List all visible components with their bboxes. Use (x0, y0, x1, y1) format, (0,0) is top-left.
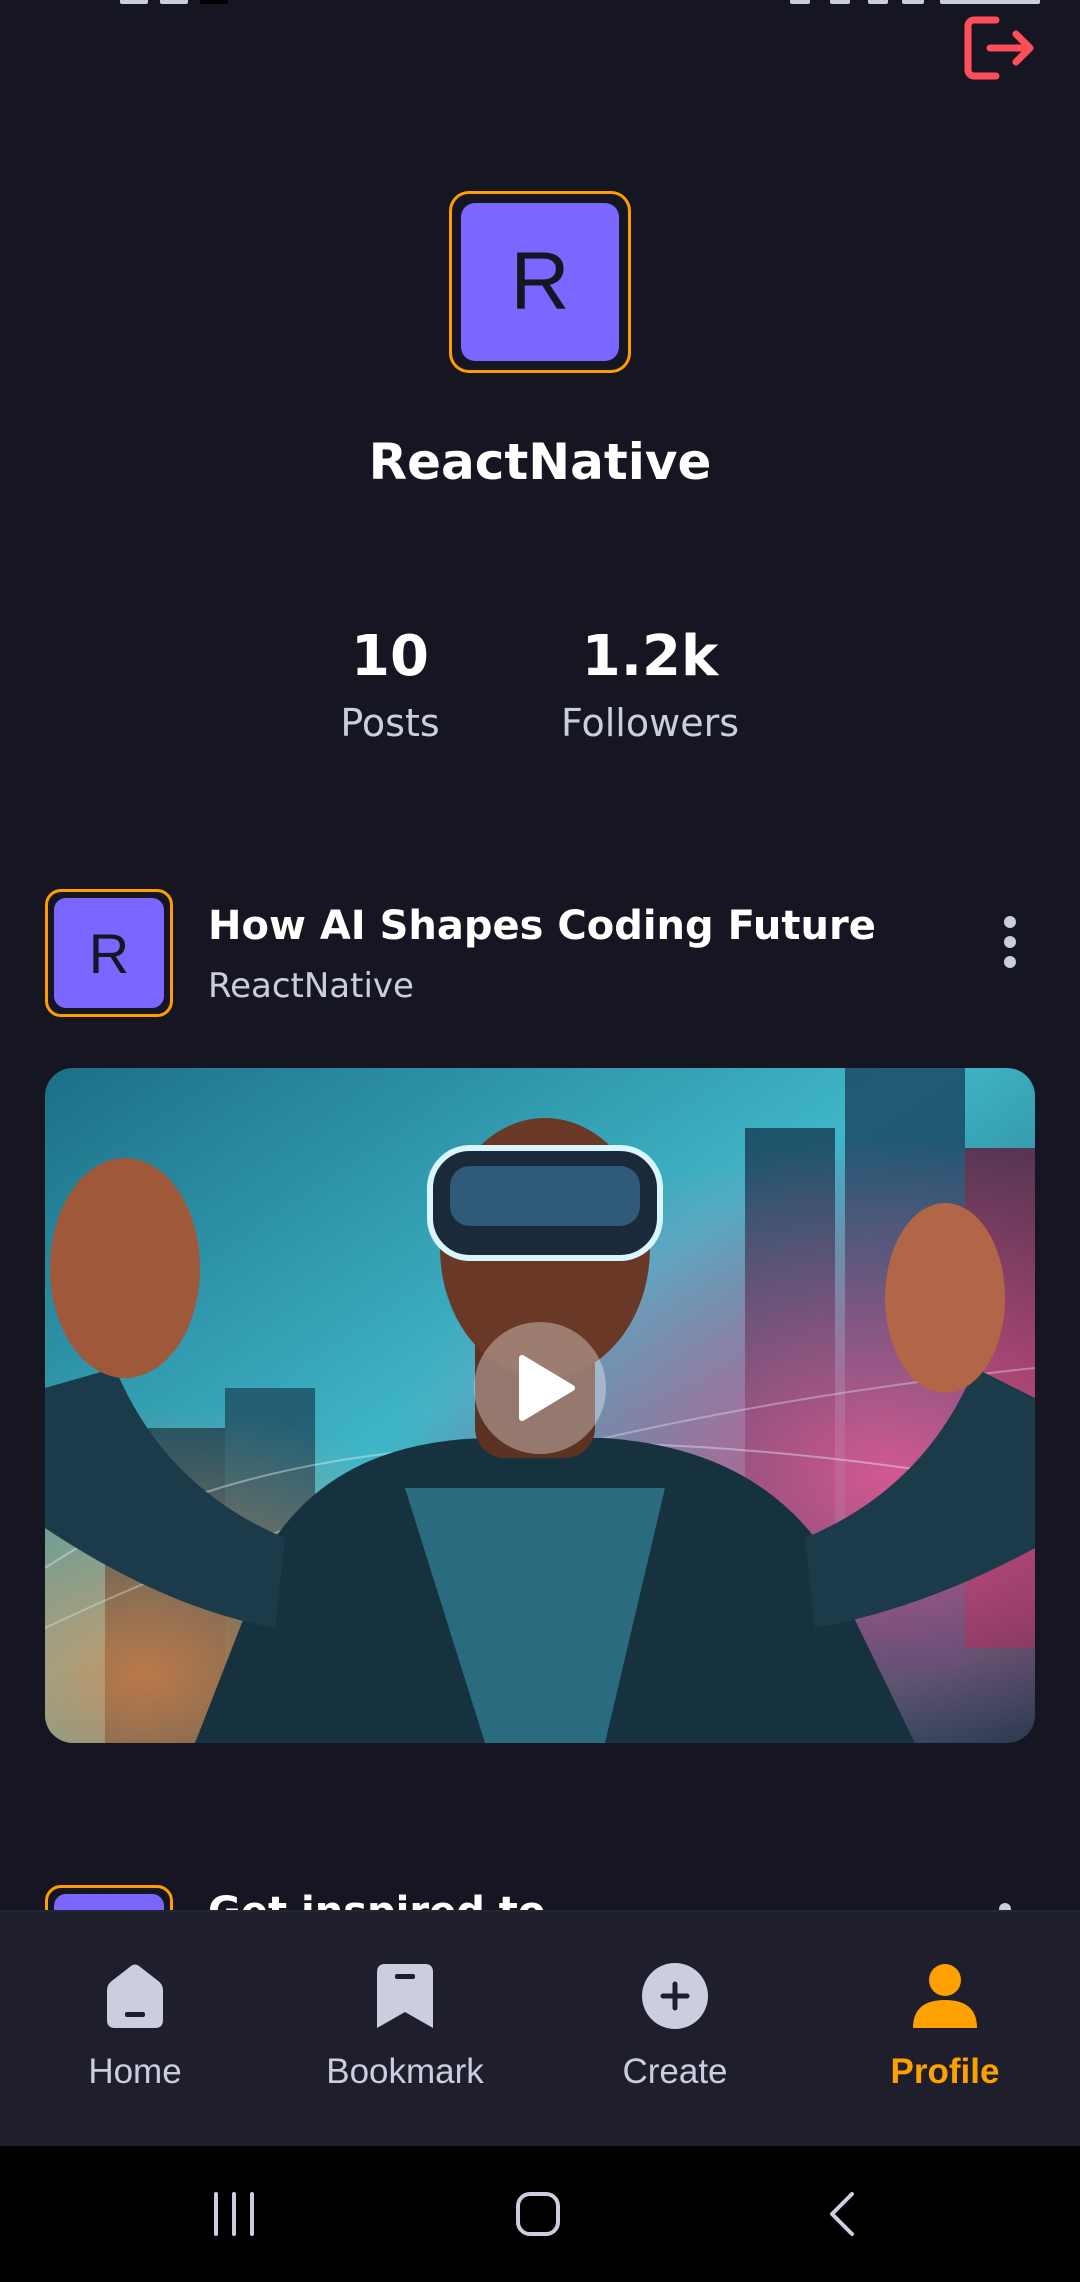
tab-create-label: Create (622, 2052, 728, 2091)
more-vertical-icon (1004, 916, 1016, 968)
profile-avatar: R (449, 191, 631, 373)
home-nav-icon[interactable] (514, 2190, 562, 2238)
tab-bookmark[interactable]: Bookmark (270, 1912, 540, 2148)
post-title-text: Get inspired to code (208, 1888, 608, 1910)
stat-posts: 10 Posts (260, 620, 520, 752)
tab-home-label: Home (88, 2052, 182, 2091)
post-author-avatar (45, 1885, 173, 1910)
username: ReactNative (368, 433, 712, 491)
stat-followers: 1.2k Followers (520, 620, 780, 752)
status-bar (0, 0, 1080, 12)
plus-icon (642, 1963, 708, 2029)
wifi-icon (868, 0, 888, 4)
bookmark-icon (377, 1964, 433, 2028)
logout-icon (964, 16, 1034, 80)
stat-followers-value: 1.2k (581, 624, 719, 689)
notification-icon (120, 0, 148, 4)
home-icon (107, 1964, 163, 2028)
data-icon (830, 0, 850, 4)
notification-icon (200, 0, 228, 4)
signal-icon (902, 0, 924, 4)
mute-icon (790, 0, 810, 4)
notification-icon (160, 0, 188, 4)
stat-followers-label: Followers (561, 701, 739, 745)
tab-create[interactable]: Create (540, 1912, 810, 2148)
more-vertical-icon (999, 1903, 1011, 1910)
post-title: Get inspired to code (208, 1888, 608, 1910)
back-icon[interactable] (822, 2190, 862, 2238)
avatar-letter: R (54, 898, 164, 1008)
tab-profile[interactable]: Profile (810, 1912, 1080, 2148)
post-title: How AI Shapes Coding Future (208, 903, 876, 949)
play-icon (474, 1322, 606, 1454)
logout-button[interactable] (960, 12, 1040, 92)
battery-icon (940, 0, 1040, 4)
avatar-letter: R (461, 203, 619, 361)
stat-posts-value: 10 (351, 624, 429, 689)
tab-bookmark-label: Bookmark (326, 2052, 484, 2091)
avatar-letter (54, 1894, 164, 1910)
play-button[interactable] (472, 1320, 608, 1456)
tab-profile-label: Profile (890, 2052, 1000, 2091)
profile-icon (913, 1964, 977, 2028)
post-author: ReactNative (208, 966, 414, 1006)
post-author-avatar: R (45, 889, 173, 1017)
stat-posts-label: Posts (340, 701, 440, 745)
bottom-tab-bar: Home Bookmark Create Profile (0, 1910, 1080, 2148)
tab-home[interactable]: Home (0, 1912, 270, 2148)
post-menu-button[interactable] (985, 910, 1035, 980)
recent-apps-icon[interactable] (210, 2190, 260, 2238)
system-nav-bar (0, 2146, 1080, 2282)
